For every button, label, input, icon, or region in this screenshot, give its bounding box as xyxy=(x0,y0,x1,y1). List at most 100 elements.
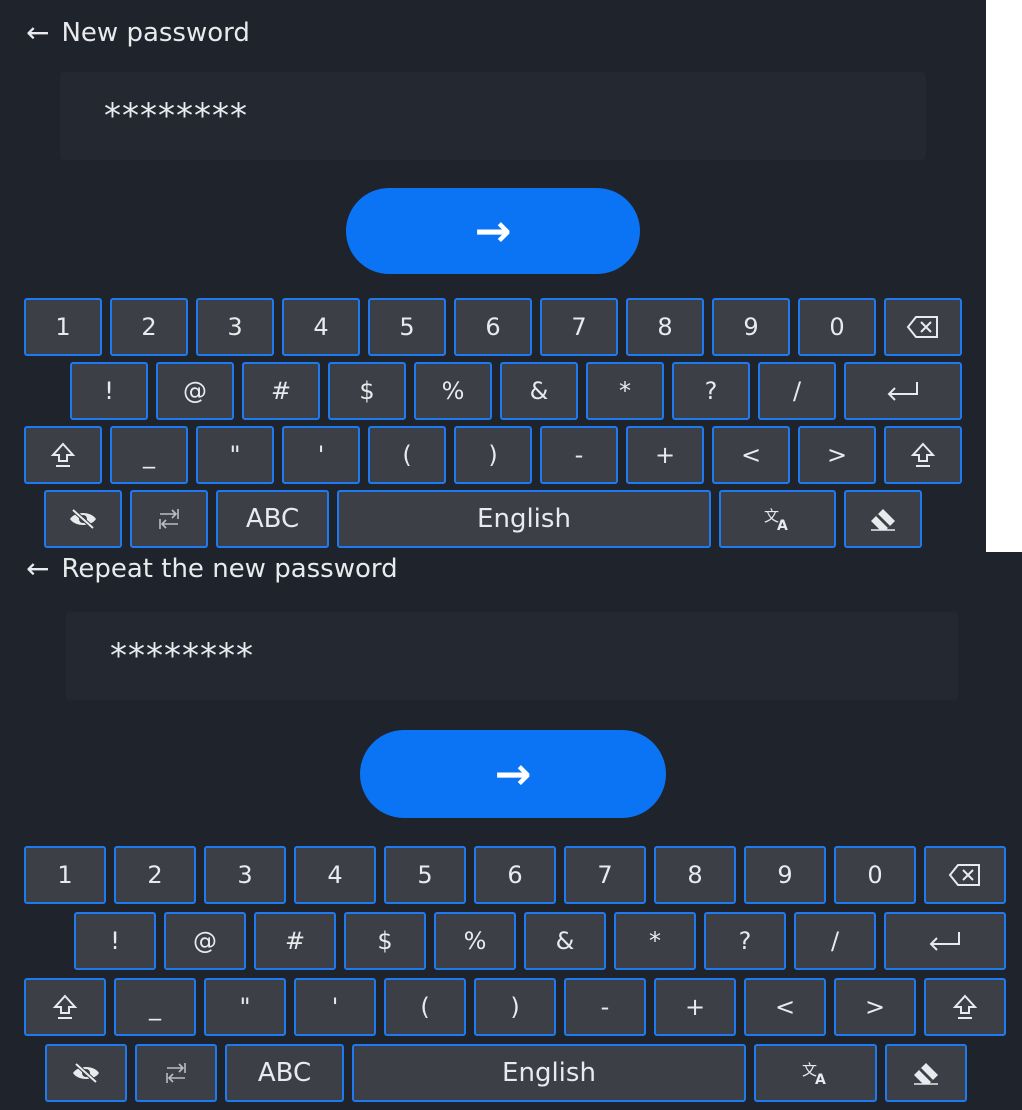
submit-button[interactable]: → xyxy=(346,188,640,274)
key-0[interactable]: 1 xyxy=(24,298,102,356)
key-3[interactable]: 4 xyxy=(282,298,360,356)
back-arrow-icon[interactable]: ← xyxy=(26,19,49,47)
key-4[interactable]: 5 xyxy=(368,298,446,356)
key-3[interactable]: 4 xyxy=(294,846,376,904)
key-1[interactable]: 2 xyxy=(110,298,188,356)
key-symbol[interactable]: ! xyxy=(74,912,156,970)
backspace-key[interactable] xyxy=(924,846,1006,904)
key-symbol[interactable]: ( xyxy=(384,978,466,1036)
key-symbol[interactable]: * xyxy=(586,362,664,420)
clear-key[interactable] xyxy=(844,490,922,548)
key-label: 4 xyxy=(313,313,329,341)
key-symbol[interactable]: ? xyxy=(672,362,750,420)
key-label: < xyxy=(774,993,796,1021)
key-symbol[interactable]: ( xyxy=(368,426,446,484)
key-1[interactable]: 2 xyxy=(114,846,196,904)
key-symbol[interactable]: / xyxy=(794,912,876,970)
key-4[interactable]: 5 xyxy=(384,846,466,904)
password-field[interactable]: ******** xyxy=(60,72,926,160)
svg-text:A: A xyxy=(815,1072,826,1086)
key-6[interactable]: 7 xyxy=(564,846,646,904)
shift-key-left[interactable] xyxy=(24,426,102,484)
key-symbol[interactable]: @ xyxy=(156,362,234,420)
key-5[interactable]: 6 xyxy=(474,846,556,904)
switch-layout-icon xyxy=(163,1061,189,1085)
key-label: ABC xyxy=(245,504,300,534)
shift-key-right[interactable] xyxy=(924,978,1006,1036)
key-symbol[interactable]: < xyxy=(712,426,790,484)
key-8[interactable]: 9 xyxy=(712,298,790,356)
header[interactable]: ← Repeat the new password xyxy=(26,554,398,584)
key-9[interactable]: 0 xyxy=(798,298,876,356)
key-label: 5 xyxy=(399,313,415,341)
abc-key[interactable]: ABC xyxy=(225,1044,344,1102)
key-symbol[interactable]: " xyxy=(196,426,274,484)
key-7[interactable]: 8 xyxy=(626,298,704,356)
key-9[interactable]: 0 xyxy=(834,846,916,904)
key-symbol[interactable]: < xyxy=(744,978,826,1036)
key-symbol[interactable]: ! xyxy=(70,362,148,420)
key-symbol[interactable]: $ xyxy=(328,362,406,420)
key-label: % xyxy=(441,377,465,405)
submit-button[interactable]: → xyxy=(360,730,666,818)
translate-icon: 文A xyxy=(801,1060,831,1086)
key-7[interactable]: 8 xyxy=(654,846,736,904)
shift-icon xyxy=(50,442,76,468)
key-6[interactable]: 7 xyxy=(540,298,618,356)
toggle-password-visibility-key[interactable] xyxy=(45,1044,127,1102)
key-symbol[interactable]: + xyxy=(654,978,736,1036)
key-symbol[interactable]: # xyxy=(254,912,336,970)
translate-key[interactable]: 文A xyxy=(754,1044,877,1102)
key-symbol[interactable]: ? xyxy=(704,912,786,970)
shift-key-left[interactable] xyxy=(24,978,106,1036)
key-symbol[interactable]: + xyxy=(626,426,704,484)
key-symbol[interactable]: _ xyxy=(114,978,196,1036)
clear-key[interactable] xyxy=(885,1044,967,1102)
key-label: 6 xyxy=(507,861,523,889)
key-symbol[interactable]: > xyxy=(798,426,876,484)
abc-key[interactable]: ABC xyxy=(216,490,329,548)
shift-key-right[interactable] xyxy=(884,426,962,484)
key-symbol[interactable]: ' xyxy=(294,978,376,1036)
key-2[interactable]: 3 xyxy=(196,298,274,356)
toggle-password-visibility-key[interactable] xyxy=(44,490,122,548)
translate-key[interactable]: 文A xyxy=(719,490,836,548)
switch-layout-key[interactable] xyxy=(130,490,208,548)
switch-layout-icon xyxy=(156,507,182,531)
key-symbol[interactable]: % xyxy=(434,912,516,970)
key-symbol[interactable]: & xyxy=(500,362,578,420)
arrow-right-icon: → xyxy=(474,205,512,257)
key-symbol[interactable]: # xyxy=(242,362,320,420)
key-label: ' xyxy=(317,441,325,469)
key-symbol[interactable]: > xyxy=(834,978,916,1036)
header[interactable]: ← New password xyxy=(26,18,250,48)
space-key-english[interactable]: English xyxy=(337,490,711,548)
key-2[interactable]: 3 xyxy=(204,846,286,904)
page-title: New password xyxy=(61,18,250,48)
key-0[interactable]: 1 xyxy=(24,846,106,904)
key-8[interactable]: 9 xyxy=(744,846,826,904)
password-field[interactable]: ******** xyxy=(66,612,958,700)
key-symbol[interactable]: / xyxy=(758,362,836,420)
key-symbol[interactable]: - xyxy=(564,978,646,1036)
back-arrow-icon[interactable]: ← xyxy=(26,555,49,583)
key-symbol[interactable]: % xyxy=(414,362,492,420)
enter-key[interactable] xyxy=(844,362,962,420)
key-symbol[interactable]: - xyxy=(540,426,618,484)
key-symbol[interactable]: _ xyxy=(110,426,188,484)
eraser-icon xyxy=(910,1060,942,1086)
switch-layout-key[interactable] xyxy=(135,1044,217,1102)
key-symbol[interactable]: ) xyxy=(454,426,532,484)
key-symbol[interactable]: $ xyxy=(344,912,426,970)
key-symbol[interactable]: ' xyxy=(282,426,360,484)
space-key-english[interactable]: English xyxy=(352,1044,746,1102)
key-5[interactable]: 6 xyxy=(454,298,532,356)
key-symbol[interactable]: @ xyxy=(164,912,246,970)
enter-icon xyxy=(885,380,921,402)
key-symbol[interactable]: * xyxy=(614,912,696,970)
backspace-key[interactable] xyxy=(884,298,962,356)
key-symbol[interactable]: & xyxy=(524,912,606,970)
enter-key[interactable] xyxy=(884,912,1006,970)
key-symbol[interactable]: " xyxy=(204,978,286,1036)
key-symbol[interactable]: ) xyxy=(474,978,556,1036)
